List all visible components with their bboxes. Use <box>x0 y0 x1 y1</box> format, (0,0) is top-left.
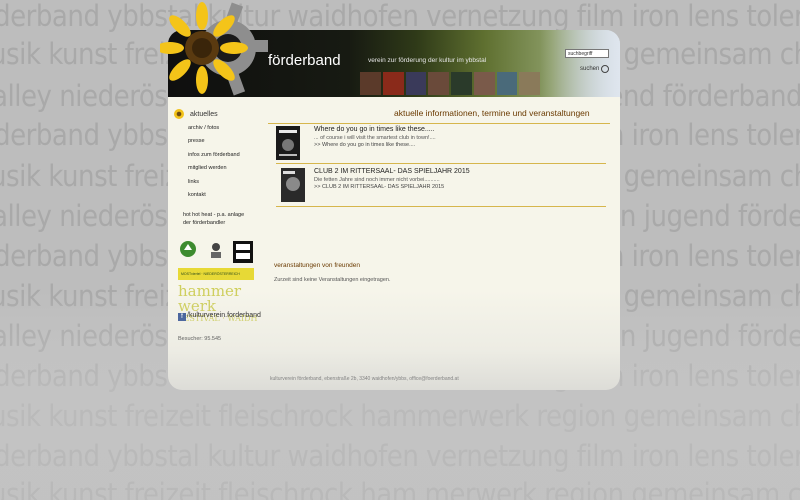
post-divider <box>276 163 606 164</box>
partner-logo-person[interactable] <box>211 243 221 258</box>
facebook-link[interactable]: f/kulturverein.forderband <box>178 312 261 321</box>
background-word-line: usik kunst freizeit fleischrock ham merw… <box>0 477 800 500</box>
nav-item-links[interactable]: links <box>174 176 259 190</box>
post-link[interactable]: >> Where do you go in times like these..… <box>314 142 436 148</box>
header-photo <box>405 72 427 95</box>
post-title[interactable]: Where do you go in times like these..... <box>314 126 436 133</box>
search-icon[interactable] <box>601 65 609 73</box>
search-button[interactable]: suchen <box>580 66 599 72</box>
site-tagline: verein zur förderung der kultur im ybbst… <box>368 57 487 64</box>
nav-item-presse[interactable]: presse <box>174 135 259 149</box>
sidebar-nav: aktuelles archiv / fotos presse infos zu… <box>174 108 259 203</box>
post-title[interactable]: CLUB 2 IM RITTERSAAL- DAS SPIELJAHR 2015 <box>314 168 470 175</box>
main-heading: aktuelle informationen, termine und vera… <box>394 108 590 118</box>
promo-line: der förderbandler <box>183 220 226 226</box>
header-photo <box>496 72 518 95</box>
header-photo <box>519 72 540 95</box>
post-text: Where do you go in times like these.....… <box>314 126 436 148</box>
post-subtitle: ... of course i will visit the smartest … <box>314 135 436 141</box>
background-word-line: usik kunst freizeit fleischrock hammerwe… <box>0 399 800 433</box>
mostviertel-logo[interactable]: MOSTviertel · NIEDERÖSTERREICH <box>178 268 254 280</box>
post-thumbnail[interactable] <box>276 168 310 202</box>
footer-address: kulturverein förderband, ebenstraße 2b, … <box>270 376 459 382</box>
header-photo <box>451 72 472 95</box>
header-photo <box>360 72 381 95</box>
nav-item-infos[interactable]: infos zum förderband <box>174 149 259 163</box>
promo-link[interactable]: hot hot heat - p.a. anlage der förderban… <box>183 211 244 227</box>
site-title[interactable]: förderband <box>268 52 341 69</box>
facebook-link-label: /kulturverein.forderband <box>187 312 261 319</box>
news-post: CLUB 2 IM RITTERSAAL- DAS SPIELJAHR 2015… <box>276 168 608 208</box>
post-text: CLUB 2 IM RITTERSAAL- DAS SPIELJAHR 2015… <box>314 168 470 190</box>
post-thumbnail[interactable] <box>276 126 300 160</box>
events-heading: veranstaltungen von freunden <box>274 262 361 269</box>
events-empty-text: Zurzeit sind keine Veranstaltungen einge… <box>274 277 391 283</box>
hammerwerk-logo-line: hammer werk <box>178 282 242 315</box>
header-photo <box>428 72 449 95</box>
header-photo <box>473 72 495 95</box>
search-input[interactable]: suchbegriff <box>565 49 609 58</box>
post-link[interactable]: >> CLUB 2 IM RITTERSAAL- DAS SPIELJAHR 2… <box>314 184 470 190</box>
banner-gloss <box>540 30 620 97</box>
background-word-line: derband ybbstal kultur waidhofen vernetz… <box>0 439 800 473</box>
sunflower-gear-logo[interactable] <box>160 2 270 112</box>
hammerwerk-festival-logo[interactable]: hammer werk FESTIVAL · WAIDH <box>178 284 258 324</box>
come-on-logo[interactable] <box>233 241 253 263</box>
nav-item-kontakt[interactable]: kontakt <box>174 189 259 203</box>
news-post: Where do you go in times like these.....… <box>276 126 608 166</box>
header-photo <box>382 72 404 95</box>
partner-logos <box>180 241 253 263</box>
nav-item-mitglied[interactable]: mitglied werden <box>174 162 259 176</box>
visitor-counter: Besucher: 95.545 <box>178 336 222 342</box>
header-photo-strip <box>360 72 540 95</box>
nav-item-archiv[interactable]: archiv / fotos <box>174 122 259 136</box>
facebook-icon: f <box>178 313 186 321</box>
nav-item-label: aktuelles <box>190 111 218 118</box>
heading-underline <box>268 123 610 124</box>
promo-line: hot hot heat - p.a. anlage <box>183 212 245 218</box>
post-subtitle: Die fetten Jahre sind noch immer nicht v… <box>314 177 440 183</box>
post-divider <box>276 206 606 207</box>
partner-logo-green[interactable] <box>180 241 196 257</box>
